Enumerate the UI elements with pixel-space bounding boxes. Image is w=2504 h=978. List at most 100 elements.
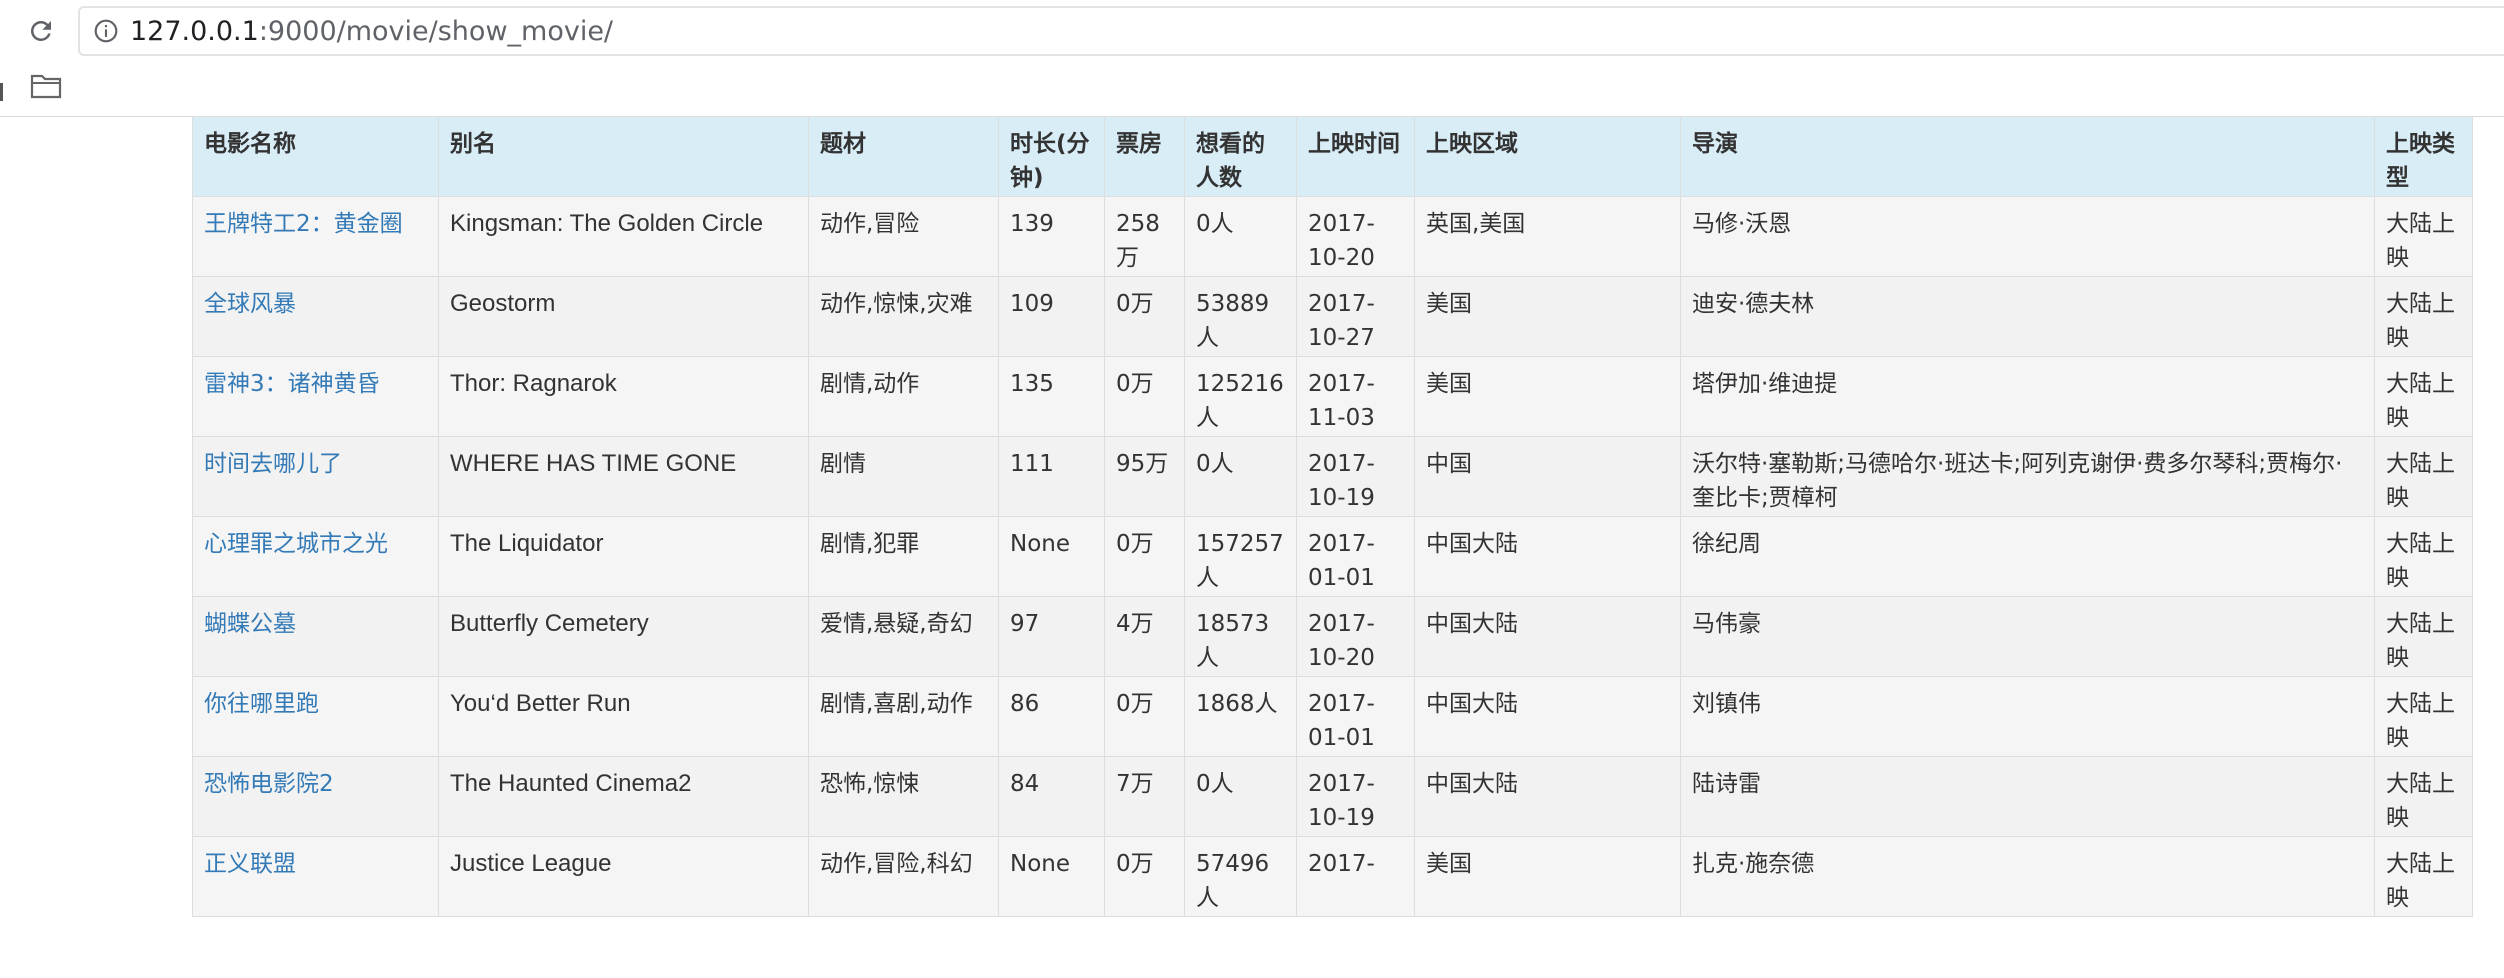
duration-cell: 135 xyxy=(998,356,1105,437)
release-type-cell: 大陆上映 xyxy=(2374,356,2473,437)
movie-link[interactable]: 蝴蝶公墓 xyxy=(204,611,296,637)
movie-name-cell[interactable]: 王牌特工2：黄金圈 xyxy=(192,196,439,277)
director-cell: 刘镇伟 xyxy=(1680,676,2375,757)
column-header-box-office: 票房 xyxy=(1104,116,1185,197)
column-header-duration: 时长(分钟) xyxy=(998,116,1105,197)
movie-name-cell[interactable]: 全球风暴 xyxy=(192,276,439,357)
release-type-cell: 大陆上映 xyxy=(2374,516,2473,597)
alias-cell: WHERE HAS TIME GONE xyxy=(438,436,809,517)
alias-cell: Kingsman: The Golden Circle xyxy=(438,196,809,277)
release-type-cell: 大陆上映 xyxy=(2374,836,2473,917)
release-date-cell: 2017-01-01 xyxy=(1296,516,1415,597)
director-cell: 迪安·德夫林 xyxy=(1680,276,2375,357)
region-cell: 中国大陆 xyxy=(1414,676,1681,757)
movie-name-cell[interactable]: 恐怖电影院2 xyxy=(192,756,439,837)
genre-cell: 动作,惊悚,灾难 xyxy=(808,276,999,357)
movie-name-cell[interactable]: 正义联盟 xyxy=(192,836,439,917)
address-bar[interactable]: 127.0.0.1:9000/movie/show_movie/ xyxy=(78,6,2504,56)
url-path: :9000/movie/show_movie/ xyxy=(258,15,614,47)
url-host: 127.0.0.1 xyxy=(130,15,259,47)
column-header-name: 电影名称 xyxy=(192,116,439,197)
movie-name-cell[interactable]: 时间去哪儿了 xyxy=(192,436,439,517)
genre-cell: 剧情,动作 xyxy=(808,356,999,437)
movie-link[interactable]: 正义联盟 xyxy=(204,851,296,877)
alias-cell: The Liquidator xyxy=(438,516,809,597)
release-date-cell: 2017-01-01 xyxy=(1296,676,1415,757)
movie-name-cell[interactable]: 雷神3：诸神黄昏 xyxy=(192,356,439,437)
column-header-region: 上映区域 xyxy=(1414,116,1681,197)
director-cell: 马修·沃恩 xyxy=(1680,196,2375,277)
director-cell: 沃尔特·塞勒斯;马德哈尔·班达卡;阿列克谢伊·费多尔琴科;贾梅尔·奎比卡;贾樟柯 xyxy=(1680,436,2375,517)
want-to-see-cell: 1868人 xyxy=(1184,676,1297,757)
movie-link[interactable]: 心理罪之城市之光 xyxy=(204,531,388,557)
duration-cell: 84 xyxy=(998,756,1105,837)
release-date-cell: 2017-10-19 xyxy=(1296,756,1415,837)
movie-link[interactable]: 恐怖电影院2 xyxy=(204,771,334,797)
region-cell: 中国 xyxy=(1414,436,1681,517)
release-date-cell: 2017-10-27 xyxy=(1296,276,1415,357)
duration-cell: 109 xyxy=(998,276,1105,357)
director-cell: 陆诗雷 xyxy=(1680,756,2375,837)
genre-cell: 剧情,犯罪 xyxy=(808,516,999,597)
movie-name-cell[interactable]: 心理罪之城市之光 xyxy=(192,516,439,597)
column-header-alias: 别名 xyxy=(438,116,809,197)
table-row: 你往哪里跑 You‘d Better Run 剧情,喜剧,动作 86 0万 18… xyxy=(192,676,2473,757)
release-date-cell: 2017-10-19 xyxy=(1296,436,1415,517)
region-cell: 美国 xyxy=(1414,356,1681,437)
director-cell: 徐纪周 xyxy=(1680,516,2375,597)
bookmarks-bar xyxy=(0,66,2504,117)
region-cell: 美国 xyxy=(1414,836,1681,917)
movie-link[interactable]: 王牌特工2：黄金圈 xyxy=(204,211,403,237)
info-icon[interactable] xyxy=(92,17,120,45)
want-to-see-cell: 18573人 xyxy=(1184,596,1297,677)
director-cell: 塔伊加·维迪提 xyxy=(1680,356,2375,437)
movie-link[interactable]: 时间去哪儿了 xyxy=(204,451,342,477)
duration-cell: 86 xyxy=(998,676,1105,757)
alias-cell: Geostorm xyxy=(438,276,809,357)
box-office-cell: 95万 xyxy=(1104,436,1185,517)
box-office-cell: 0万 xyxy=(1104,676,1185,757)
folder-icon[interactable] xyxy=(30,72,62,100)
reload-button[interactable] xyxy=(24,14,58,48)
director-cell: 马伟豪 xyxy=(1680,596,2375,677)
release-date-cell: 2017-11-03 xyxy=(1296,356,1415,437)
genre-cell: 动作,冒险 xyxy=(808,196,999,277)
release-type-cell: 大陆上映 xyxy=(2374,276,2473,357)
duration-cell: None xyxy=(998,836,1105,917)
director-cell: 扎克·施奈德 xyxy=(1680,836,2375,917)
reload-icon xyxy=(30,20,51,41)
genre-cell: 剧情 xyxy=(808,436,999,517)
region-cell: 英国,美国 xyxy=(1414,196,1681,277)
box-office-cell: 258万 xyxy=(1104,196,1185,277)
box-office-cell: 7万 xyxy=(1104,756,1185,837)
alias-cell: The Haunted Cinema2 xyxy=(438,756,809,837)
want-to-see-cell: 53889人 xyxy=(1184,276,1297,357)
release-type-cell: 大陆上映 xyxy=(2374,676,2473,757)
movie-name-cell[interactable]: 蝴蝶公墓 xyxy=(192,596,439,677)
alias-cell: Butterfly Cemetery xyxy=(438,596,809,677)
table-row: 心理罪之城市之光 The Liquidator 剧情,犯罪 None 0万 15… xyxy=(192,516,2473,597)
table-row: 时间去哪儿了 WHERE HAS TIME GONE 剧情 111 95万 0人… xyxy=(192,436,2473,517)
want-to-see-cell: 0人 xyxy=(1184,756,1297,837)
release-date-cell: 2017- xyxy=(1296,836,1415,917)
column-header-release-type: 上映类型 xyxy=(2374,116,2473,197)
duration-cell: 111 xyxy=(998,436,1105,517)
release-date-cell: 2017-10-20 xyxy=(1296,596,1415,677)
table-row: 恐怖电影院2 The Haunted Cinema2 恐怖,惊悚 84 7万 0… xyxy=(192,756,2473,837)
box-office-cell: 0万 xyxy=(1104,276,1185,357)
release-type-cell: 大陆上映 xyxy=(2374,196,2473,277)
release-type-cell: 大陆上映 xyxy=(2374,596,2473,677)
duration-cell: None xyxy=(998,516,1105,597)
movie-link[interactable]: 雷神3：诸神黄昏 xyxy=(204,371,380,397)
movie-link[interactable]: 你往哪里跑 xyxy=(204,691,319,717)
movie-name-cell[interactable]: 你往哪里跑 xyxy=(192,676,439,757)
table-row: 雷神3：诸神黄昏 Thor: Ragnarok 剧情,动作 135 0万 125… xyxy=(192,356,2473,437)
duration-cell: 139 xyxy=(998,196,1105,277)
want-to-see-cell: 57496人 xyxy=(1184,836,1297,917)
table-row: 正义联盟 Justice League 动作,冒险,科幻 None 0万 574… xyxy=(192,836,2473,917)
genre-cell: 剧情,喜剧,动作 xyxy=(808,676,999,757)
bookmark-edge xyxy=(0,83,3,101)
table-header-row: 电影名称 别名 题材 时长(分钟) 票房 想看的人数 上映时间 上映区域 导演 … xyxy=(192,116,2473,197)
movie-link[interactable]: 全球风暴 xyxy=(204,291,296,317)
region-cell: 中国大陆 xyxy=(1414,516,1681,597)
